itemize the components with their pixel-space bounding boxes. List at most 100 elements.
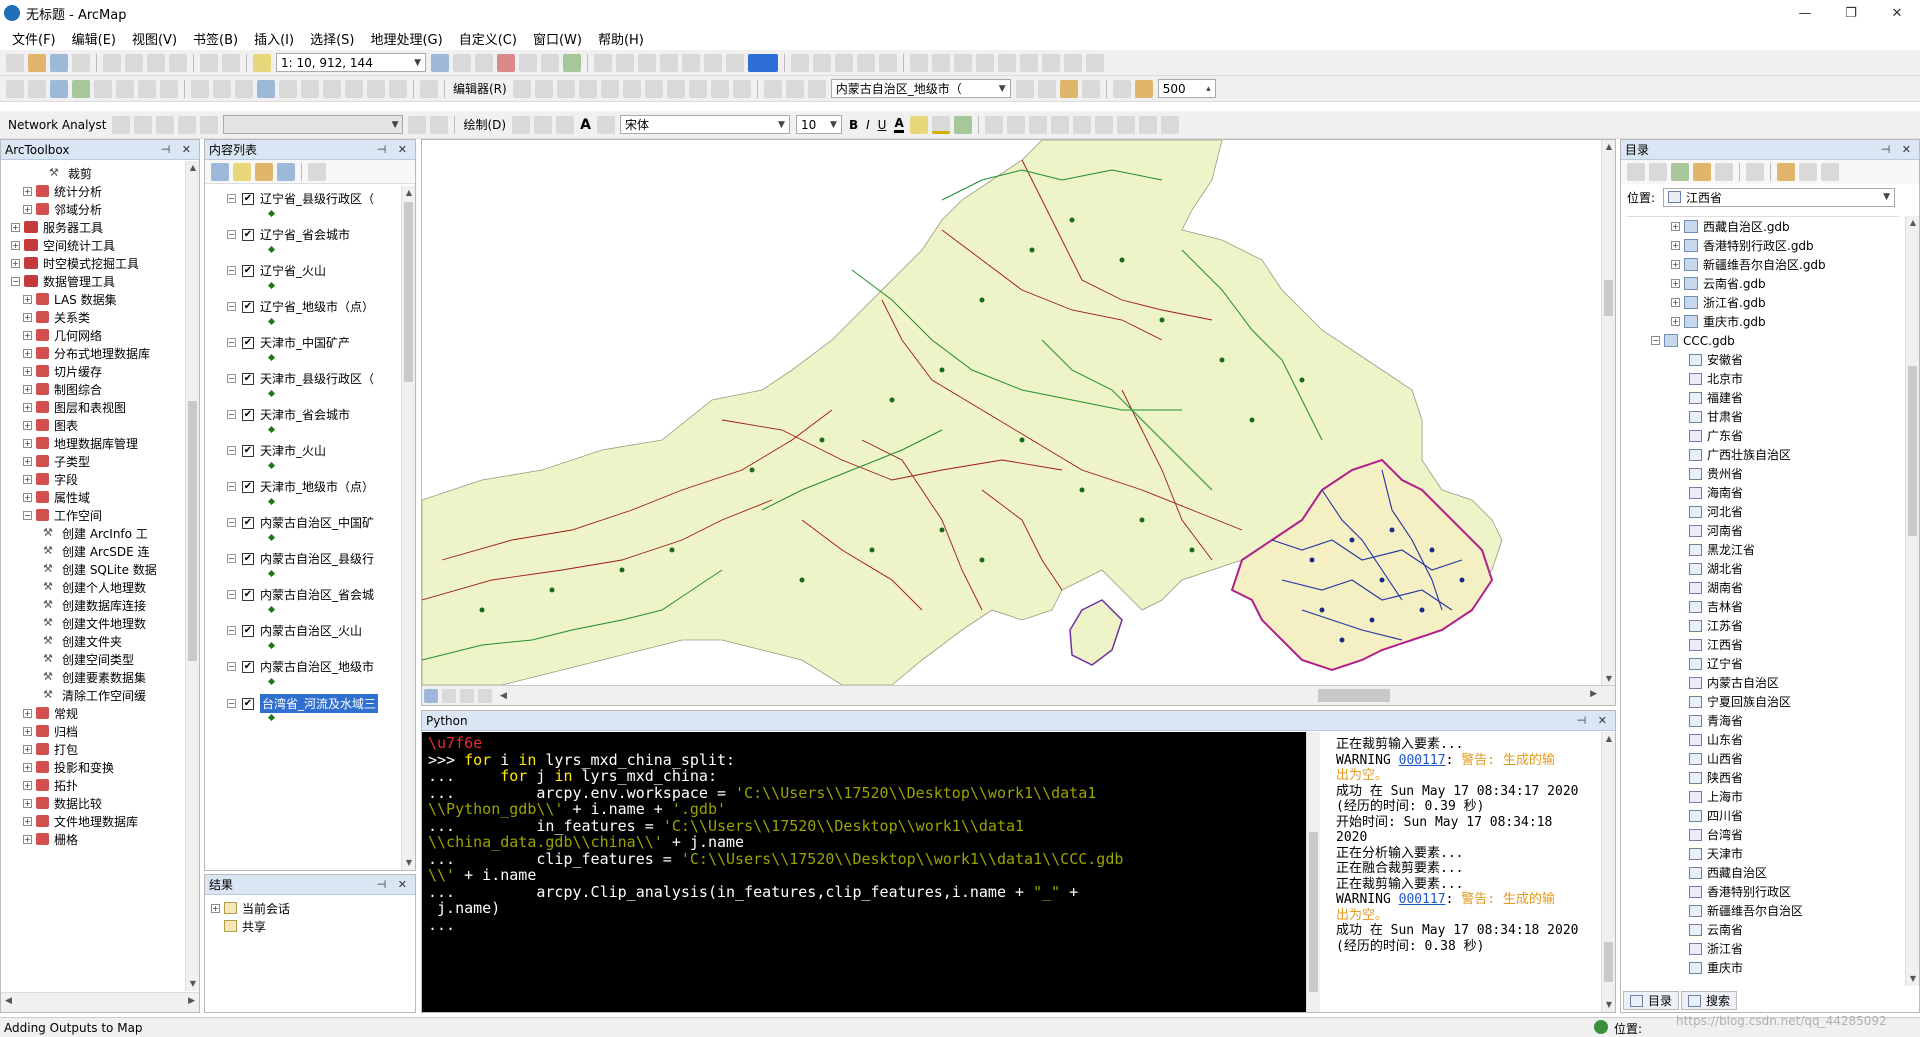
- toc-scrollbar[interactable]: ▲ ▼: [401, 186, 415, 870]
- toc-layer[interactable]: − ✔ 内蒙古自治区_火山: [227, 622, 362, 639]
- list-by-drawing-order-icon[interactable]: [211, 162, 229, 181]
- toc-layer[interactable]: − ✔ 辽宁省_火山: [227, 262, 326, 279]
- toc-layer[interactable]: − ✔ 天津市_火山: [227, 442, 326, 459]
- network-tool-icon[interactable]: [200, 115, 219, 134]
- refresh-icon[interactable]: [1715, 163, 1733, 181]
- catalog-item[interactable]: 上海市: [1627, 787, 1899, 806]
- catalog-item[interactable]: 北京市: [1627, 369, 1899, 388]
- layout-view-icon[interactable]: [442, 688, 456, 703]
- expand-icon[interactable]: +: [23, 798, 32, 808]
- toolbox-item[interactable]: ⚒ 创建空间类型: [3, 650, 181, 668]
- graphic-tool-icon[interactable]: [857, 53, 875, 72]
- collapse-icon[interactable]: −: [227, 626, 236, 635]
- edit-tool-icon[interactable]: [785, 79, 804, 98]
- draw-tool-icon[interactable]: [1072, 115, 1091, 134]
- catalog-item[interactable]: 青海省: [1627, 711, 1899, 730]
- collapse-icon[interactable]: −: [227, 338, 236, 347]
- italic-button[interactable]: I: [866, 118, 870, 132]
- scroll-up-icon[interactable]: ▲: [1906, 216, 1920, 230]
- options-icon[interactable]: [1821, 163, 1839, 181]
- select-elements-icon[interactable]: [235, 79, 253, 98]
- views-icon[interactable]: [1746, 163, 1764, 181]
- scroll-thumb[interactable]: [1604, 280, 1613, 316]
- toolbox-item[interactable]: ⚒ 创建个人地理数: [3, 578, 181, 596]
- tab-catalog[interactable]: 目录: [1623, 991, 1680, 1010]
- catalog-item[interactable]: 贵州省: [1627, 464, 1899, 483]
- toc-layer[interactable]: − ✔ 内蒙古自治区_县级行: [227, 550, 374, 567]
- menu-file[interactable]: 文件(F): [4, 29, 64, 48]
- edit-tool-icon[interactable]: [600, 79, 619, 98]
- scroll-down-icon[interactable]: ▼: [1602, 672, 1615, 686]
- toolbox-item[interactable]: + 打包: [3, 740, 181, 758]
- collapse-icon[interactable]: −: [227, 482, 236, 491]
- expand-icon[interactable]: +: [23, 186, 32, 196]
- text-tool-icon[interactable]: A: [580, 117, 591, 133]
- layer-visibility-checkbox[interactable]: ✔: [242, 552, 254, 565]
- toc-layer[interactable]: − ✔ 内蒙古自治区_中国矿: [227, 514, 374, 531]
- toolbox-item[interactable]: ⚒ 清除工作空间缓: [3, 686, 181, 704]
- clear-selection-icon[interactable]: [213, 79, 231, 98]
- catalog-item[interactable]: 黑龙江省: [1627, 540, 1899, 559]
- new-document-icon[interactable]: [6, 53, 24, 72]
- toc-layer[interactable]: − ✔ 台湾省_河流及水域三: [227, 694, 379, 713]
- draw-tool-icon[interactable]: [1006, 115, 1025, 134]
- edit-tool-icon[interactable]: [732, 79, 751, 98]
- identify-icon[interactable]: [257, 79, 275, 98]
- restore-button[interactable]: ❐: [1828, 0, 1874, 26]
- expand-icon[interactable]: +: [1671, 222, 1680, 231]
- toolbox-item[interactable]: ⚒ 创建 ArcInfo 工: [3, 524, 181, 542]
- print-icon[interactable]: [72, 53, 90, 72]
- toolbox-item[interactable]: ⚒ 创建 ArcSDE 连: [3, 542, 181, 560]
- toolbox-item[interactable]: + 关系类: [3, 308, 181, 326]
- catalog-item[interactable]: 陕西省: [1627, 768, 1899, 787]
- toolbox-item[interactable]: + 字段: [3, 470, 181, 488]
- collapse-icon[interactable]: −: [227, 662, 236, 671]
- tab-search[interactable]: 搜索: [1681, 991, 1738, 1010]
- layer-visibility-checkbox[interactable]: ✔: [242, 480, 254, 493]
- home-icon[interactable]: [1693, 163, 1711, 181]
- network-tool-icon[interactable]: [156, 115, 175, 134]
- text-segment[interactable]: 000117: [1399, 892, 1446, 907]
- snap-tool-icon[interactable]: [998, 53, 1016, 72]
- expand-icon[interactable]: +: [23, 708, 32, 718]
- snap-tool-icon[interactable]: [1064, 53, 1082, 72]
- catalog-item[interactable]: 安徽省: [1627, 350, 1899, 369]
- layer-visibility-checkbox[interactable]: ✔: [242, 228, 254, 241]
- go-to-xy-icon[interactable]: [389, 79, 407, 98]
- collapse-icon[interactable]: −: [23, 510, 32, 520]
- catalog-item[interactable]: + 浙江省.gdb: [1627, 293, 1899, 312]
- toolbox-item[interactable]: − 数据管理工具: [3, 272, 181, 290]
- back-extent-icon[interactable]: [138, 79, 156, 98]
- toolbox-item[interactable]: + 切片缓存: [3, 362, 181, 380]
- full-extent-icon[interactable]: [72, 79, 90, 98]
- toolbox-item[interactable]: + 邻域分析: [3, 200, 181, 218]
- layer-visibility-checkbox[interactable]: ✔: [242, 516, 254, 529]
- draw-tool-icon[interactable]: [1138, 115, 1157, 134]
- results-shared[interactable]: 共享: [211, 917, 409, 935]
- catalog-item[interactable]: 天津市: [1627, 844, 1899, 863]
- layer-visibility-checkbox[interactable]: ✔: [242, 408, 254, 421]
- map-canvas[interactable]: [422, 140, 1602, 685]
- scroll-thumb[interactable]: [404, 202, 413, 382]
- toolbox-item[interactable]: + 文件地理数据库: [3, 812, 181, 830]
- expand-icon[interactable]: +: [23, 330, 32, 340]
- expand-icon[interactable]: +: [1671, 298, 1680, 307]
- effects-tool-icon[interactable]: [1059, 79, 1078, 98]
- draw-tool-icon[interactable]: [1050, 115, 1069, 134]
- toolbox-item[interactable]: + 服务器工具: [3, 218, 181, 236]
- graphic-tool-icon[interactable]: [835, 53, 853, 72]
- toolbox-item[interactable]: + 统计分析: [3, 182, 181, 200]
- expand-icon[interactable]: +: [11, 240, 20, 250]
- map-hscroll-thumb[interactable]: [1318, 689, 1390, 702]
- expand-icon[interactable]: +: [1671, 279, 1680, 288]
- toolbox-item[interactable]: ⚒ 创建文件地理数: [3, 614, 181, 632]
- catalog-item[interactable]: 山东省: [1627, 730, 1899, 749]
- expand-icon[interactable]: +: [23, 294, 32, 304]
- snap-tool-icon[interactable]: [954, 53, 972, 72]
- menu-help[interactable]: 帮助(H): [590, 29, 652, 48]
- toolbox-item[interactable]: + 投影和变换: [3, 758, 181, 776]
- toolbox-item[interactable]: + 常规: [3, 704, 181, 722]
- location-combo[interactable]: 江西省 ▼: [1663, 187, 1896, 207]
- layer-visibility-checkbox[interactable]: ✔: [242, 444, 254, 457]
- catalog-item[interactable]: − CCC.gdb: [1627, 331, 1899, 350]
